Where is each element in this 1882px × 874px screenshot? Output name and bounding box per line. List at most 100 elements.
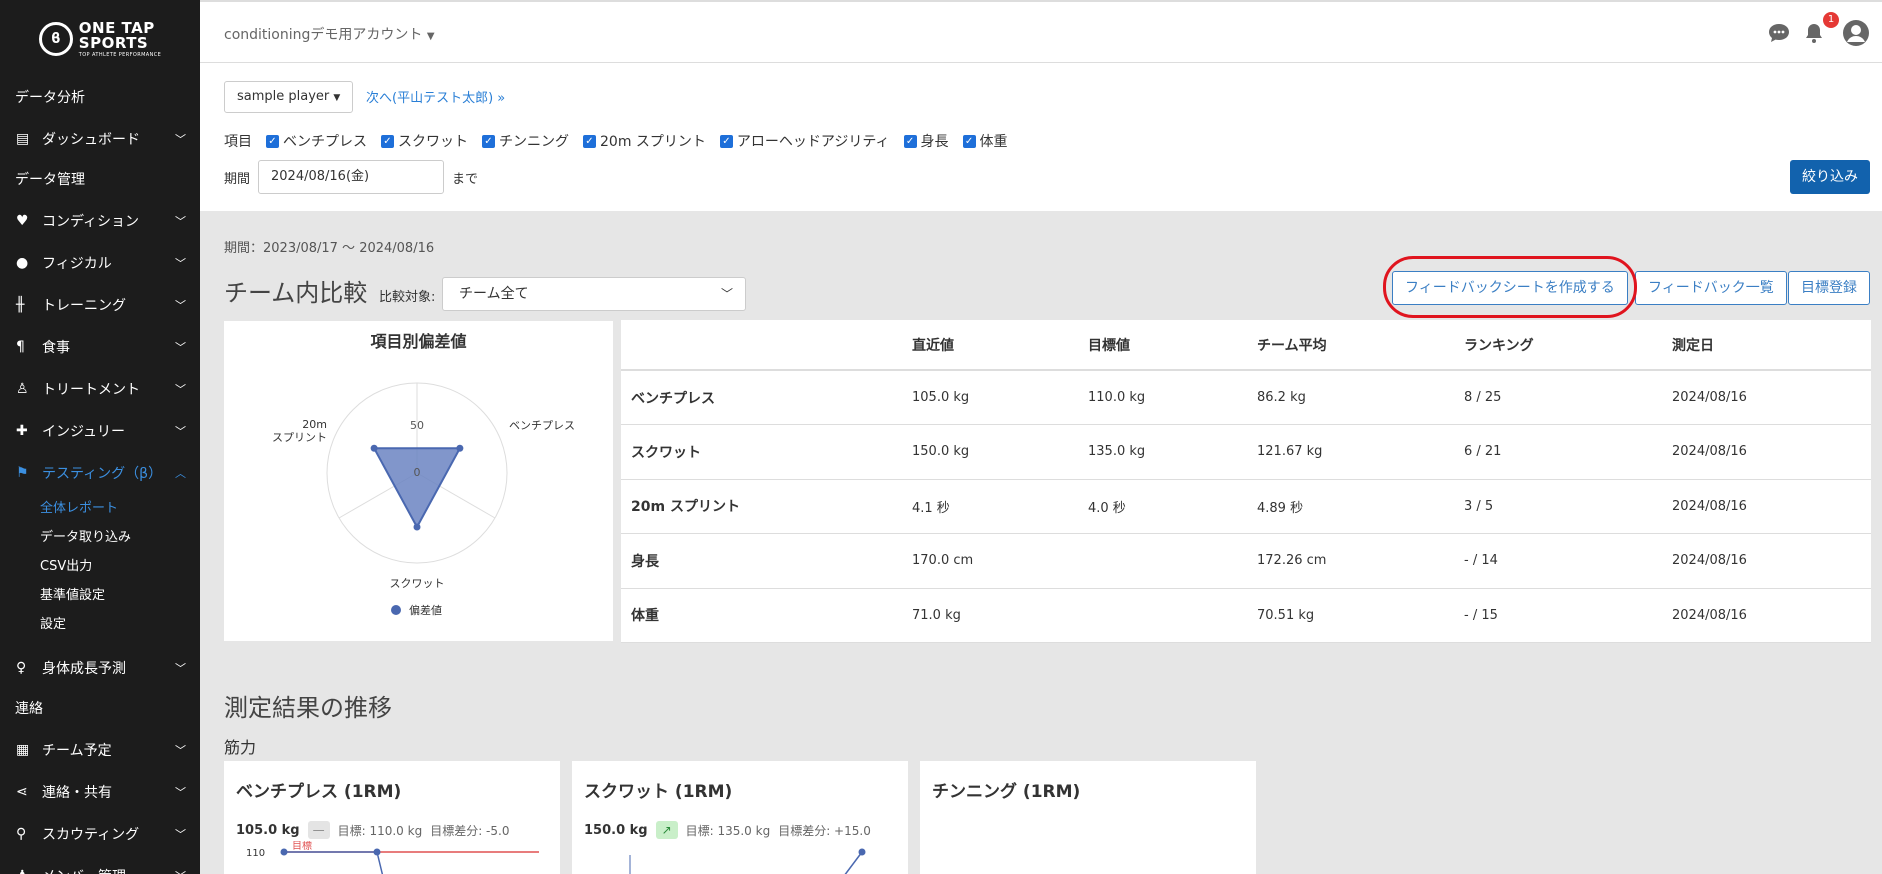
table-header-row: 直近値 目標値 チーム平均 ランキング 測定日 (621, 320, 1871, 371)
sidebar-item-label: トリートメント (42, 382, 140, 398)
sidebar-item-schedule[interactable]: ▦ チーム予定 ﹀ (0, 729, 200, 771)
user-circle-icon: ● (16, 255, 29, 271)
checkbox-bench[interactable]: ✓ ベンチプレス (266, 131, 367, 151)
chevron-down-icon: ﹀ (175, 341, 186, 354)
user-icon: ♟ (16, 868, 38, 874)
card-title: スクワット (1RM) (584, 782, 733, 802)
period-range-text: 期間：2023/08/17 〜 2024/08/16 (224, 241, 435, 256)
user-avatar-icon[interactable] (1842, 19, 1870, 52)
chat-icon[interactable] (1767, 22, 1791, 49)
brand-logo[interactable]: ϐ ONE TAP SPORTS TOP ATHLETE PERFORMANCE (0, 0, 200, 78)
series-point (373, 848, 381, 856)
sidebar-item-share[interactable]: ⋖ 連絡・共有 ﹀ (0, 771, 200, 813)
trend-card-chinning: チンニング (1RM) (920, 761, 1256, 874)
next-player-link[interactable]: 次へ(平山テスト太郎) » (366, 87, 505, 106)
filter-panel: sample player ▼ 次へ(平山テスト太郎) » 項目 ✓ ベンチプレス… (200, 63, 1882, 211)
caret-down-icon: ▼ (333, 93, 341, 103)
table-cell: 170.0 cm (902, 533, 1078, 589)
caret-down-icon: ▼ (426, 31, 435, 42)
radar-axis-label-sprint-line2: スプリント (272, 431, 327, 444)
checkbox-label: 20m スプリント (600, 134, 706, 150)
chevron-down-icon: ﹀ (175, 299, 186, 312)
table-row: 20m スプリント 4.1 秒 4.0 秒 4.89 秒 3 / 5 2024/… (621, 479, 1871, 534)
sidebar-item-label: スカウティング (42, 827, 140, 843)
sidebar-item-injury[interactable]: ✚ インジュリー ﹀ (0, 410, 200, 452)
checkbox-sprint[interactable]: ✓ 20m スプリント (583, 131, 706, 151)
sidebar-item-treatment[interactable]: ♙ トリートメント ﹀ (0, 368, 200, 410)
trend-card-bench: ベンチプレス (1RM) 105.0 kg — 目標: 110.0 kg 目標差… (224, 761, 560, 874)
table-row: ベンチプレス 105.0 kg 110.0 kg 86.2 kg 8 / 25 … (621, 370, 1871, 425)
checkbox-chinning[interactable]: ✓ チンニング (482, 131, 569, 151)
checkbox-squat[interactable]: ✓ スクワット (381, 131, 468, 151)
period-until: まで (452, 171, 479, 187)
top-bar: conditioningデモ用アカウント ▼ 1 (200, 0, 1882, 63)
compare-select[interactable]: チーム全て ﹀ (442, 277, 746, 311)
table-cell: 4.89 秒 (1247, 479, 1454, 534)
feedback-list-button[interactable]: フィードバック一覧 (1635, 271, 1787, 305)
sidebar-item-condition[interactable]: ♥ コンディション ﹀ (0, 200, 200, 242)
table-cell (1078, 588, 1247, 643)
sidebar-item-testing[interactable]: ⚑ テスティング（β） ︿ (0, 452, 200, 494)
filter-button[interactable]: 絞り込み (1790, 160, 1870, 194)
radar-point (413, 523, 421, 531)
sidebar-item-physical[interactable]: ● フィジカル ﹀ (0, 242, 200, 284)
logo-icon: ϐ (38, 22, 73, 56)
table-header: ランキング (1454, 320, 1662, 371)
card-mini-chart (629, 848, 866, 874)
heartbeat-icon: ♥ (16, 213, 29, 229)
sidebar-subitem-import[interactable]: データ取り込み (0, 523, 200, 552)
sidebar-item-label: コンディション (42, 214, 140, 230)
checkbox-label: 体重 (979, 134, 1008, 150)
sidebar-item-label: 連絡・共有 (42, 785, 112, 801)
series-point (858, 848, 866, 856)
sidebar-subitem-report[interactable]: 全体レポート (0, 494, 200, 523)
table-cell: 110.0 kg (1078, 370, 1247, 425)
sidebar-item-training[interactable]: ╫ トレーニング ﹀ (0, 284, 200, 326)
bell-icon[interactable] (1804, 22, 1824, 49)
sidebar-item-growth[interactable]: ♀ 身体成長予測 ﹀ (0, 647, 200, 689)
sidebar-subitem-baseline[interactable]: 基準値設定 (0, 581, 200, 610)
account-name: conditioningデモ用アカウント (224, 27, 423, 43)
chevron-down-icon: ﹀ (175, 257, 186, 270)
table-cell: 70.51 kg (1247, 588, 1454, 643)
period-date-input[interactable]: 2024/08/16(金) (258, 160, 445, 194)
nav-section-analysis: データ分析 (15, 90, 85, 106)
id-card-icon: ▤ (16, 131, 30, 147)
table-row: 身長 170.0 cm 172.26 cm - / 14 2024/08/16 (621, 533, 1871, 589)
checkbox-agility[interactable]: ✓ アローヘッドアジリティ (719, 131, 890, 151)
table-cell: 86.2 kg (1247, 370, 1454, 425)
sidebar-subitem-settings[interactable]: 設定 (0, 610, 200, 639)
sidebar-item-label: インジュリー (42, 424, 126, 440)
sidebar-subitem-csv[interactable]: CSV出力 (0, 552, 200, 581)
sidebar-item-member[interactable]: ♟ メンバー管理﹀ (0, 855, 200, 874)
player-select[interactable]: sample player ▼ (224, 81, 354, 113)
trend-subtitle: 筋力 (224, 738, 257, 757)
table-cell: 2024/08/16 (1662, 479, 1871, 534)
chevron-up-icon: ︿ (175, 467, 186, 480)
account-switcher[interactable]: conditioningデモ用アカウント ▼ (224, 24, 435, 44)
table-row: スクワット 150.0 kg 135.0 kg 121.67 kg 6 / 21… (621, 424, 1871, 480)
goal-register-button[interactable]: 目標登録 (1788, 271, 1870, 305)
sidebar-item-meal[interactable]: ¶ 食事 ﹀ (0, 326, 200, 368)
checkbox-label: アローヘッドアジリティ (736, 134, 890, 150)
radar-legend-label[interactable]: 偏差値 (409, 603, 442, 617)
series-point (280, 848, 288, 856)
check-icon: ✓ (719, 134, 733, 148)
checkbox-height[interactable]: ✓ 身長 (903, 131, 949, 151)
radar-axis-label-squat: スクワット (390, 577, 445, 590)
check-icon: ✓ (903, 134, 917, 148)
compare-select-value: チーム全て (459, 286, 529, 302)
table-cell: 6 / 21 (1454, 424, 1662, 480)
nav-section-data: データ管理 (15, 172, 85, 188)
sidebar: ϐ ONE TAP SPORTS TOP ATHLETE PERFORMANCE… (0, 0, 200, 874)
table-cell: 4.0 秒 (1078, 479, 1247, 534)
checkbox-weight[interactable]: ✓ 体重 (962, 131, 1008, 151)
card-goal: 目標: 135.0 kg (685, 823, 771, 838)
radar-point (370, 444, 378, 452)
sidebar-item-scouting[interactable]: ⚲ スカウティング ﹀ (0, 813, 200, 855)
table-cell: 2024/08/16 (1662, 424, 1871, 480)
sidebar-item-dashboard[interactable]: ▤ ダッシュボード ﹀ (0, 118, 200, 160)
table-cell: - / 15 (1454, 588, 1662, 643)
highlight-annotation (1383, 256, 1637, 318)
trend-up-icon: ↗ (655, 821, 678, 839)
